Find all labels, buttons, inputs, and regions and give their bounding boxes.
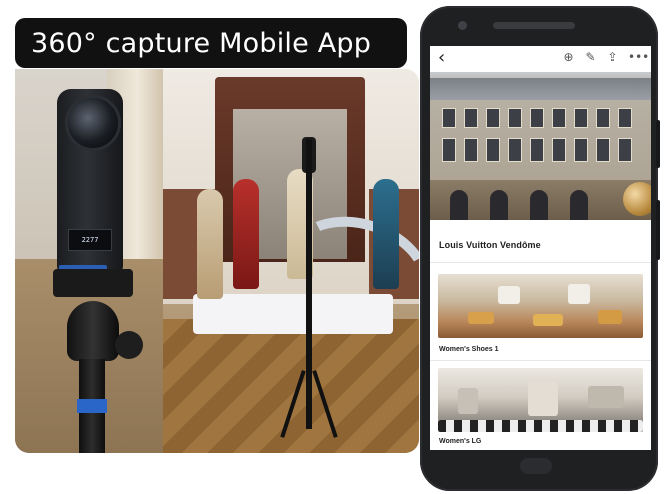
arch-doorway	[450, 190, 468, 220]
window	[486, 108, 500, 128]
tripod-band	[77, 399, 107, 413]
decor-object	[468, 312, 494, 324]
window	[508, 138, 522, 162]
camera-lens	[65, 95, 121, 151]
phone-front-camera	[458, 21, 467, 30]
window	[442, 138, 456, 162]
window	[530, 138, 544, 162]
decor-object	[498, 286, 520, 304]
mannequin	[197, 189, 223, 299]
app-bar-actions: ⊕ ✎ ⇪ •••	[562, 51, 649, 64]
pano-thumbnail[interactable]	[438, 274, 643, 338]
window	[552, 138, 566, 162]
camera-screen-text: 2277	[81, 236, 99, 244]
card-label: Women's Shoes 1	[439, 346, 499, 353]
parquet-floor	[163, 319, 419, 453]
app-screen: ‹ ⊕ ✎ ⇪ ••• Louis Vuitton Vendôme Women'…	[430, 46, 651, 450]
window	[530, 108, 544, 128]
card-label: Women's LG	[439, 438, 482, 445]
arch-doorway	[490, 190, 508, 220]
phone-side-button	[656, 200, 660, 260]
store-hero-image[interactable]	[430, 72, 651, 220]
decor-object	[533, 314, 563, 326]
divider	[430, 262, 651, 263]
window	[508, 108, 522, 128]
store-title: Louis Vuitton Vendôme	[439, 240, 541, 250]
tripod-pole	[306, 139, 312, 429]
decor-object	[528, 382, 558, 416]
pencil-icon[interactable]: ✎	[584, 51, 597, 64]
tripod-knob	[115, 331, 143, 359]
window	[486, 138, 500, 162]
window	[618, 138, 632, 162]
golden-sphere	[623, 182, 651, 216]
share-icon[interactable]: ⇪	[606, 51, 619, 64]
camera-screen: 2277	[68, 229, 112, 251]
window	[574, 108, 588, 128]
window	[596, 108, 610, 128]
phone-speaker	[493, 22, 575, 29]
plus-circle-icon[interactable]: ⊕	[562, 51, 575, 64]
phone-side-button	[656, 120, 660, 168]
phone-home-button[interactable]	[520, 458, 552, 474]
decor-object	[438, 420, 643, 432]
mannequin	[373, 179, 399, 289]
window	[574, 138, 588, 162]
decor-object	[588, 386, 624, 408]
app-bar: ‹ ⊕ ✎ ⇪ •••	[430, 46, 651, 72]
more-icon[interactable]: •••	[628, 51, 649, 64]
pano-thumbnail[interactable]	[438, 368, 643, 432]
divider	[430, 360, 651, 361]
store-photo	[163, 69, 419, 453]
window	[442, 108, 456, 128]
arch-doorway	[570, 190, 588, 220]
banner-title: 360° capture Mobile App	[15, 18, 407, 68]
building-roof	[430, 78, 651, 100]
window	[596, 138, 610, 162]
decor-object	[458, 388, 478, 414]
window	[464, 108, 478, 128]
chevron-left-icon[interactable]: ‹	[438, 48, 445, 68]
tripod-ball-head	[67, 301, 119, 361]
camera-mount	[53, 269, 133, 297]
decor-object	[598, 310, 622, 324]
window	[552, 108, 566, 128]
decor-object	[568, 284, 590, 304]
camera-photo: 2277	[15, 69, 167, 453]
window	[618, 108, 632, 128]
mannequin	[233, 179, 259, 289]
arch-doorway	[530, 190, 548, 220]
window	[464, 138, 478, 162]
